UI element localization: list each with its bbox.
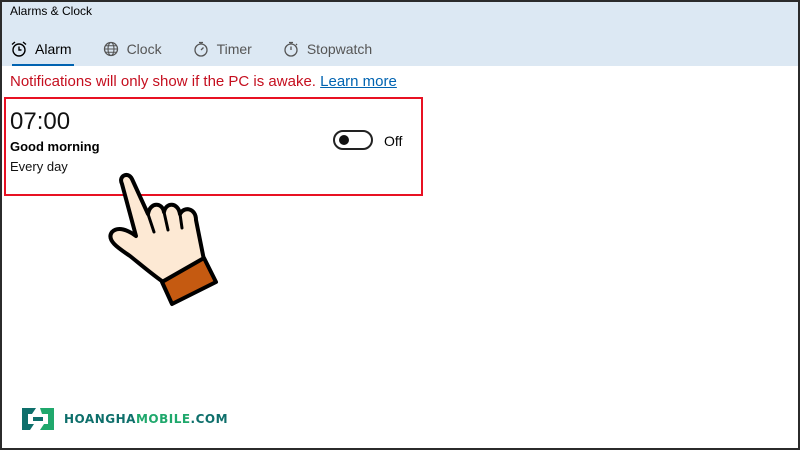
tab-stopwatch[interactable]: Stopwatch xyxy=(282,37,372,61)
alarm-toggle-switch[interactable] xyxy=(333,130,373,150)
learn-more-link[interactable]: Learn more xyxy=(320,73,397,90)
app-header: Alarms & Clock Alarm Clock Timer Stopwat… xyxy=(2,2,798,66)
tab-alarm[interactable]: Alarm xyxy=(10,37,74,66)
alarm-name: Good morning xyxy=(10,139,100,154)
tab-stopwatch-label: Stopwatch xyxy=(306,41,373,57)
tab-alarm-label: Alarm xyxy=(35,41,72,57)
stopwatch-icon xyxy=(284,41,298,57)
alarm-time: 07:00 xyxy=(10,108,71,135)
toggle-knob xyxy=(339,135,349,145)
tab-timer[interactable]: Timer xyxy=(192,37,252,61)
watermark-text: HOANGHAMOBILE.COM xyxy=(64,412,229,426)
globe-icon xyxy=(103,41,118,57)
notification-warning: Notifications will only show if the PC i… xyxy=(10,73,397,90)
alarm-toggle-label: Off xyxy=(384,133,403,149)
pointing-hand-icon xyxy=(108,172,218,306)
watermark-logo: HOANGHAMOBILE.COM xyxy=(18,404,228,434)
tab-bar: Alarm Clock Timer Stopwatch xyxy=(10,37,402,67)
alarm-clock-icon xyxy=(11,41,27,57)
timer-icon xyxy=(193,41,208,57)
tab-timer-label: Timer xyxy=(216,41,252,57)
tab-clock-label: Clock xyxy=(126,41,162,57)
logo-mark-icon xyxy=(22,408,54,430)
window-title: Alarms & Clock xyxy=(10,4,93,18)
tab-clock[interactable]: Clock xyxy=(102,37,162,61)
alarm-repeat: Every day xyxy=(10,159,68,174)
notification-text: Notifications will only show if the PC i… xyxy=(10,73,316,90)
